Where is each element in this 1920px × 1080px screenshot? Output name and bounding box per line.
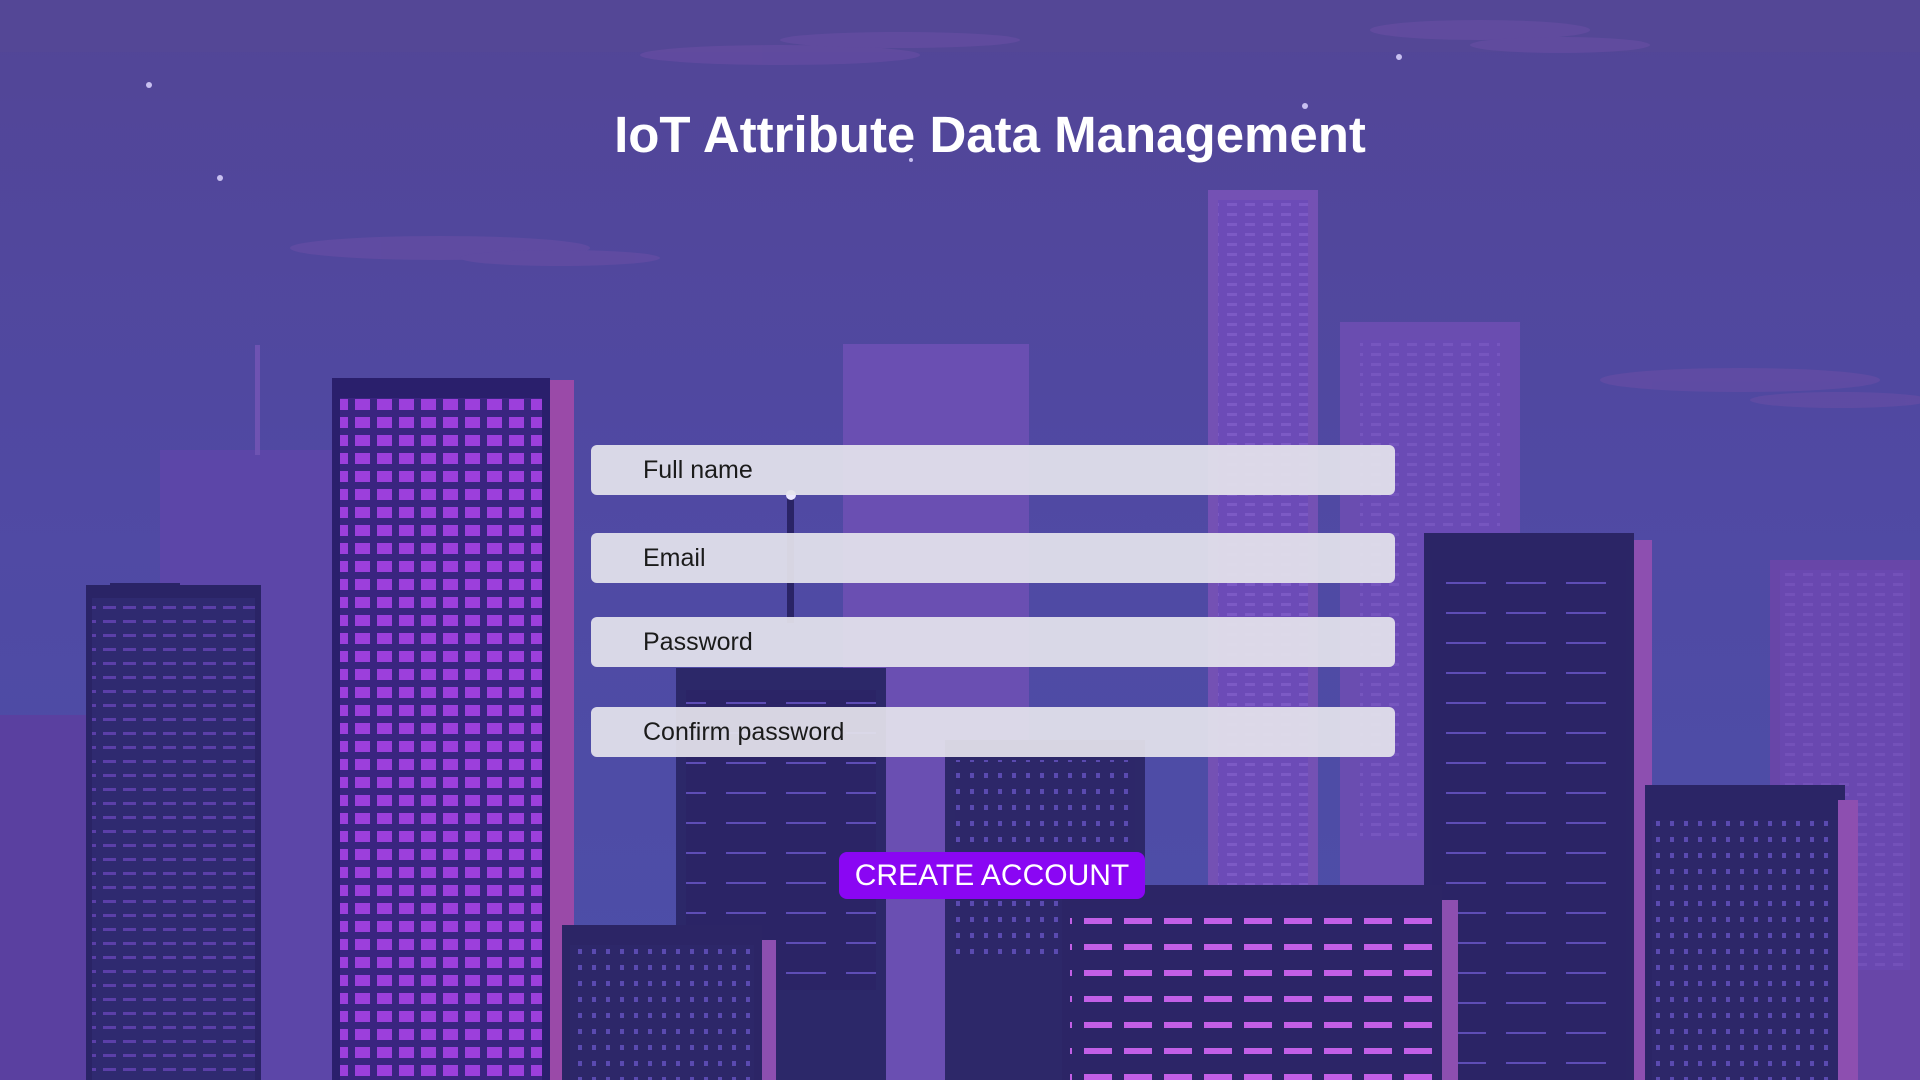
email-field[interactable] bbox=[591, 533, 1395, 583]
page-title: IoT Attribute Data Management bbox=[614, 106, 1366, 163]
full-name-field[interactable] bbox=[591, 445, 1395, 495]
password-field[interactable] bbox=[591, 617, 1395, 667]
confirm-password-field[interactable] bbox=[591, 707, 1395, 757]
create-account-button[interactable]: CREATE ACCOUNT bbox=[839, 852, 1145, 899]
